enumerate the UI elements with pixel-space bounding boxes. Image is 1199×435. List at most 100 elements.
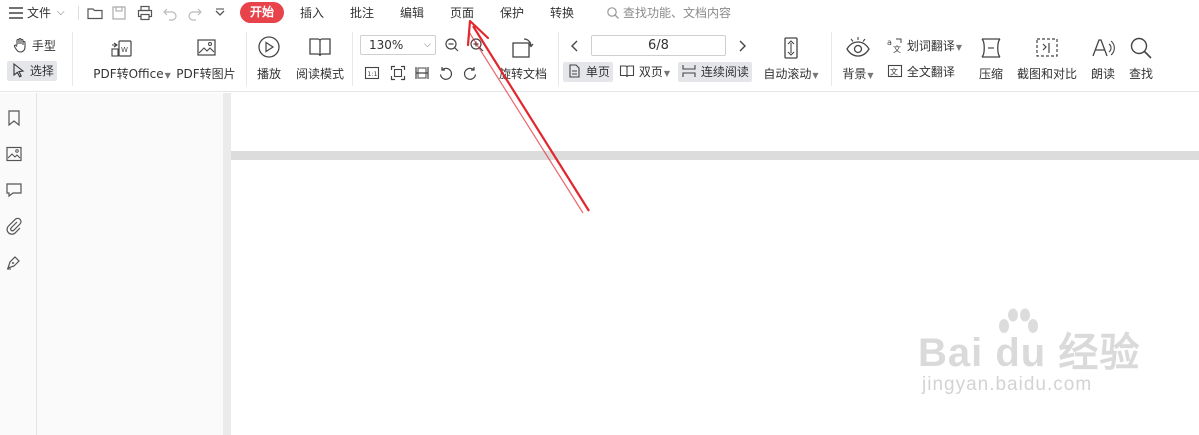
auto-scroll-icon (778, 35, 804, 61)
select-tool-button[interactable]: 选择 (7, 61, 57, 81)
rotate-document-label: 旋转文档 (498, 67, 548, 81)
magnifier-icon (1128, 35, 1154, 61)
single-page-label: 单页 (585, 65, 610, 79)
eye-icon (845, 35, 871, 61)
svg-text:W: W (121, 46, 128, 54)
rotate-right-icon[interactable] (462, 65, 478, 81)
svg-text:文: 文 (890, 67, 898, 77)
redo-icon[interactable] (186, 4, 204, 22)
thumbnail-panel (37, 93, 223, 435)
divider (831, 32, 832, 86)
auto-scroll-label: 自动滚动 (763, 67, 812, 81)
svg-text:1:1: 1:1 (367, 70, 377, 78)
save-icon[interactable] (110, 4, 128, 22)
continuous-reading-button[interactable]: 连续阅读 (678, 62, 752, 82)
rotate-document-button[interactable]: 旋转文档 (499, 35, 547, 81)
quick-access-dropdown-icon[interactable] (211, 4, 229, 22)
watermark-url: jingyan.baidu.com (922, 374, 1093, 395)
rotate-left-icon[interactable] (438, 65, 454, 81)
page-gap (231, 151, 1199, 160)
continuous-reading-label: 连续阅读 (700, 65, 749, 79)
pdf-to-image-label: PDF转图片 (176, 67, 236, 81)
attachment-icon[interactable] (5, 217, 23, 235)
read-mode-label: 阅读模式 (295, 67, 345, 81)
file-menu[interactable]: 文件 (27, 0, 51, 26)
screenshot-compare-label: 截图和对比 (1016, 67, 1078, 81)
next-page-icon[interactable] (734, 38, 750, 54)
previous-page-icon[interactable] (567, 38, 583, 54)
thumbnail-image-icon[interactable] (5, 145, 23, 163)
screenshot-compare-icon (1034, 35, 1060, 61)
fit-page-icon[interactable] (390, 65, 406, 81)
tab-page[interactable]: 页面 (450, 0, 474, 26)
search-icon (607, 7, 619, 19)
play-label: 播放 (256, 67, 282, 81)
hand-tool-button[interactable]: 手型 (12, 36, 56, 56)
full-translate-label: 全文翻译 (906, 65, 955, 79)
tab-insert[interactable]: 插入 (300, 0, 324, 26)
single-page-button[interactable]: 单页 (563, 62, 613, 82)
tab-annotate[interactable]: 批注 (350, 0, 374, 26)
dropdown-caret-icon: ▼ (663, 69, 670, 78)
dropdown-caret-icon: ▼ (955, 43, 962, 52)
watermark: Bai du 经验 jingyan.baidu.com (918, 308, 1141, 408)
find-button[interactable]: 查找 (1128, 35, 1154, 81)
auto-scroll-button[interactable]: 自动滚动▼ (763, 35, 819, 81)
read-aloud-button[interactable]: 朗读 (1090, 35, 1116, 81)
print-icon[interactable] (136, 4, 154, 22)
divider (558, 32, 559, 86)
word-translate-button[interactable]: a文 划词翻译▼ (887, 36, 962, 56)
bookmark-icon[interactable] (5, 109, 23, 127)
double-page-icon (619, 65, 635, 78)
tab-protect[interactable]: 保护 (500, 0, 524, 26)
actual-size-icon[interactable]: 1:1 (364, 65, 380, 81)
divider (246, 32, 247, 86)
pdf-to-office-icon: W (109, 35, 135, 61)
document-page-previous[interactable] (231, 93, 1199, 151)
tab-start[interactable]: 开始 (240, 2, 284, 23)
svg-text:文: 文 (893, 44, 901, 53)
select-tool-label: 选择 (29, 64, 54, 78)
page-number-input[interactable]: 6/8 (591, 35, 726, 56)
read-mode-button[interactable]: 阅读模式 (296, 35, 344, 81)
hand-icon (13, 37, 26, 53)
tab-edit[interactable]: 编辑 (400, 0, 424, 26)
pdf-to-office-button[interactable]: W PDF转Office▼ (93, 35, 171, 81)
menu-bar: 文件 ⌵ 开始 插入 批注 编辑 页面 保护 转换 查找功能、文档内容 (0, 0, 1199, 26)
tab-convert[interactable]: 转换 (550, 0, 574, 26)
divider (72, 32, 73, 86)
page-indicator: 6/8 (648, 38, 669, 53)
left-sidebar-rail (0, 93, 37, 435)
screenshot-compare-button[interactable]: 截图和对比 (1017, 35, 1077, 81)
fit-width-icon[interactable] (414, 65, 430, 81)
play-button[interactable]: 播放 (256, 35, 282, 81)
compress-icon (978, 35, 1004, 61)
zoom-select[interactable]: 130% ⌵ (360, 35, 436, 55)
zoom-out-icon[interactable] (444, 37, 460, 53)
zoom-value: 130% (369, 38, 404, 52)
watermark-main: Bai du 经验 (918, 331, 1141, 375)
ribbon-toolbar: 手型 选择 W PDF转Office▼ PDF转图片 播放 阅读模式 130% (0, 26, 1199, 92)
compress-button[interactable]: 压缩 (978, 35, 1004, 81)
divider (78, 6, 79, 20)
file-menu-chevron-icon[interactable]: ⌵ (57, 0, 65, 26)
divider (352, 32, 353, 86)
undo-icon[interactable] (161, 4, 179, 22)
full-translate-button[interactable]: 文 全文翻译 (887, 62, 955, 82)
compress-label: 压缩 (978, 67, 1004, 81)
signature-pen-icon[interactable] (5, 253, 23, 271)
find-label: 查找 (1128, 67, 1154, 81)
double-page-label: 双页 (638, 65, 663, 79)
single-page-icon (569, 64, 580, 78)
comment-icon[interactable] (5, 181, 23, 199)
pdf-to-image-button[interactable]: PDF转图片 (176, 35, 236, 81)
double-page-button[interactable]: 双页▼ (619, 62, 670, 82)
background-button[interactable]: 背景▼ (842, 35, 874, 81)
open-folder-icon[interactable] (86, 4, 104, 22)
zoom-in-icon[interactable] (469, 37, 485, 53)
svg-text:a: a (887, 38, 892, 47)
dropdown-caret-icon: ▼ (164, 71, 171, 80)
read-aloud-icon (1090, 35, 1116, 61)
hamburger-menu-icon[interactable] (7, 4, 25, 22)
word-translate-label: 划词翻译 (906, 39, 955, 53)
